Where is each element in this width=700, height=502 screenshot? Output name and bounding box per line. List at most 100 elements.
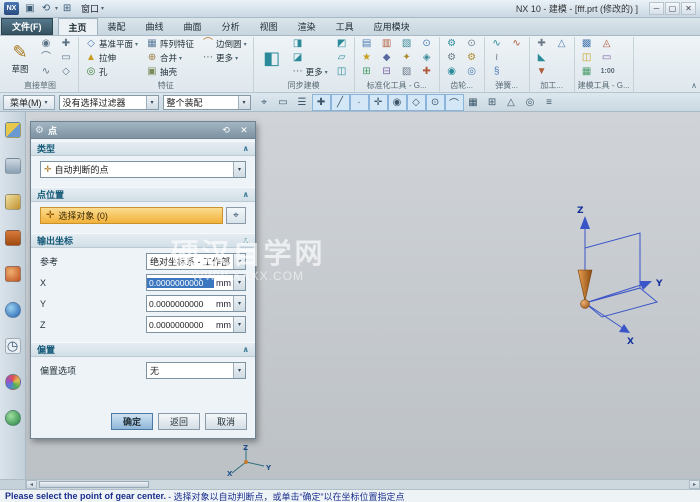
ribbon-tab[interactable]: 渲染: [288, 18, 326, 35]
ribbon-tab[interactable]: 应用模块: [364, 18, 420, 35]
ribbon-button[interactable]: ◆: [378, 51, 396, 65]
dropdown-arrow-icon[interactable]: ▾: [233, 275, 245, 290]
snap-existing-point-icon[interactable]: ⊙: [426, 94, 445, 111]
ribbon-tab[interactable]: 装配: [98, 18, 136, 35]
ribbon-button[interactable]: ◇: [57, 65, 75, 79]
web-browser-icon[interactable]: [5, 302, 21, 318]
window-menu[interactable]: 窗口 ▾: [78, 2, 107, 15]
ribbon-tab[interactable]: 曲线: [136, 18, 174, 35]
dialog-reset-button[interactable]: ⟲: [219, 125, 233, 136]
ribbon-button[interactable]: ✚: [57, 37, 75, 51]
ribbon-button[interactable]: ▲拉伸: [82, 51, 141, 65]
more-options-icon[interactable]: ≡: [540, 94, 559, 111]
ribbon-tab[interactable]: 主页: [58, 18, 98, 35]
section-output-coordinates-header[interactable]: 输出坐标 ∧: [31, 233, 255, 248]
ribbon-button[interactable]: ◫: [578, 51, 596, 65]
rectangle-select-icon[interactable]: ▭: [274, 94, 293, 111]
ribbon-button[interactable]: ⊕合并▾: [143, 51, 197, 65]
ribbon-button[interactable]: ▼: [533, 65, 551, 79]
window-grid-icon[interactable]: ⊞: [60, 3, 74, 14]
dropdown-arrow-icon[interactable]: ▾: [233, 363, 245, 378]
ribbon-button[interactable]: ⌒边倒圆▾: [199, 37, 250, 51]
snap-intersection-icon[interactable]: ✛: [369, 94, 388, 111]
snap-bounded-plane-icon[interactable]: △: [502, 94, 521, 111]
reference-dropdown[interactable]: 绝对坐标系 - 工作部件 ▾: [146, 253, 246, 270]
ribbon-button[interactable]: ◣: [533, 51, 551, 65]
ribbon-button[interactable]: △: [553, 37, 571, 51]
snap-point-on-surface-icon[interactable]: ▦: [464, 94, 483, 111]
point-dialog-button[interactable]: ⌖: [226, 207, 246, 224]
section-point-location-header[interactable]: 点位置 ∧: [31, 187, 255, 202]
snap-midpoint-icon[interactable]: ∙: [350, 94, 369, 111]
ribbon-button[interactable]: ▭: [57, 51, 75, 65]
ribbon-button[interactable]: ▦阵列特征: [143, 37, 197, 51]
ribbon-button[interactable]: ⊙: [418, 37, 436, 51]
ribbon-button[interactable]: ◉: [443, 65, 461, 79]
ribbon-tab[interactable]: 分析: [212, 18, 250, 35]
scroll-right-button[interactable]: ▸: [689, 480, 700, 489]
ribbon-button[interactable]: ▱: [333, 51, 351, 65]
scrollbar-thumb[interactable]: [39, 481, 149, 488]
system-materials-icon[interactable]: [5, 410, 21, 426]
cancel-button[interactable]: 取消: [205, 413, 247, 430]
dropdown-arrow-icon[interactable]: ▾: [238, 96, 250, 109]
file-menu-button[interactable]: 文件(F): [1, 18, 53, 35]
ribbon-button[interactable]: ⋯更多▾: [289, 65, 331, 79]
ribbon-button[interactable]: ◫: [333, 65, 351, 79]
ribbon-button[interactable]: ▨: [398, 65, 416, 79]
horizontal-scrollbar[interactable]: ◂ ▸: [0, 479, 700, 489]
ribbon-button[interactable]: 1:00: [598, 65, 618, 79]
ribbon-button[interactable]: ≀: [488, 51, 506, 65]
snap-arc-center-icon[interactable]: ◉: [388, 94, 407, 111]
dropdown-arrow-icon[interactable]: ▾: [233, 254, 245, 269]
minimize-button[interactable]: ─: [649, 2, 664, 15]
scrollbar-track[interactable]: [37, 480, 689, 489]
maximize-button[interactable]: ▢: [665, 2, 680, 15]
menu-button[interactable]: 菜单(M) ▾: [3, 95, 55, 110]
ribbon-button[interactable]: ⊙: [463, 37, 481, 51]
ribbon-button[interactable]: ✦: [398, 51, 416, 65]
scroll-left-button[interactable]: ◂: [26, 480, 37, 489]
ribbon-button[interactable]: ◩: [333, 37, 351, 51]
save-icon[interactable]: ▣: [23, 3, 37, 14]
ribbon-button[interactable]: §: [488, 65, 506, 79]
constraint-navigator-icon[interactable]: [5, 158, 21, 174]
general-snap-icon[interactable]: ✚: [312, 94, 331, 111]
magnify-icon[interactable]: ◎: [521, 94, 540, 111]
ribbon-button[interactable]: ▦: [578, 65, 596, 79]
collapse-chevron-icon[interactable]: ∧: [243, 236, 250, 245]
ribbon-button[interactable]: ⚙: [463, 51, 481, 65]
roles-icon[interactable]: [5, 374, 21, 390]
hd3d-tools-icon[interactable]: [5, 266, 21, 282]
ribbon-button[interactable]: ◧: [257, 37, 287, 79]
dropdown-arrow-icon[interactable]: ▾: [233, 162, 245, 177]
ribbon-collapse-icon[interactable]: ∧: [691, 81, 697, 90]
section-offset-header[interactable]: 偏置 ∧: [31, 342, 255, 357]
part-navigator-icon[interactable]: [5, 194, 21, 210]
ribbon-button[interactable]: ◉: [37, 37, 55, 51]
history-icon[interactable]: ◷: [5, 338, 21, 354]
dialog-titlebar[interactable]: ⚙ 点 ⟲ ✕: [31, 122, 255, 139]
dropdown-arrow-icon[interactable]: ▾: [233, 296, 245, 311]
ribbon-button[interactable]: ∿: [508, 37, 526, 51]
ribbon-button[interactable]: ◨: [289, 37, 331, 51]
undo-icon[interactable]: ⟲: [39, 3, 53, 14]
snap-grid-icon[interactable]: ⊞: [483, 94, 502, 111]
ribbon-button[interactable]: ⌒: [37, 51, 55, 65]
ribbon-button[interactable]: ◇基准平面▾: [82, 37, 141, 51]
ribbon-button[interactable]: ⚙: [443, 51, 461, 65]
ribbon-button[interactable]: ★: [358, 51, 376, 65]
ribbon-button[interactable]: ◪: [289, 51, 331, 65]
origin-point-marker[interactable]: [581, 300, 590, 309]
selection-scope-dropdown[interactable]: 整个装配 ▾: [163, 95, 251, 110]
collapse-chevron-icon[interactable]: ∧: [243, 345, 250, 354]
ribbon-button[interactable]: ✚: [418, 65, 436, 79]
ribbon-button[interactable]: ▣抽壳: [143, 65, 197, 79]
back-button[interactable]: 返回: [158, 413, 200, 430]
dropdown-arrow-icon[interactable]: ▾: [55, 5, 58, 12]
view-triad[interactable]: Z X Y: [226, 443, 274, 477]
dropdown-arrow-icon[interactable]: ▾: [233, 317, 245, 332]
ribbon-button[interactable]: ▭: [598, 51, 618, 65]
point-direction-cone[interactable]: [578, 270, 592, 301]
snap-endpoint-icon[interactable]: ╱: [331, 94, 350, 111]
